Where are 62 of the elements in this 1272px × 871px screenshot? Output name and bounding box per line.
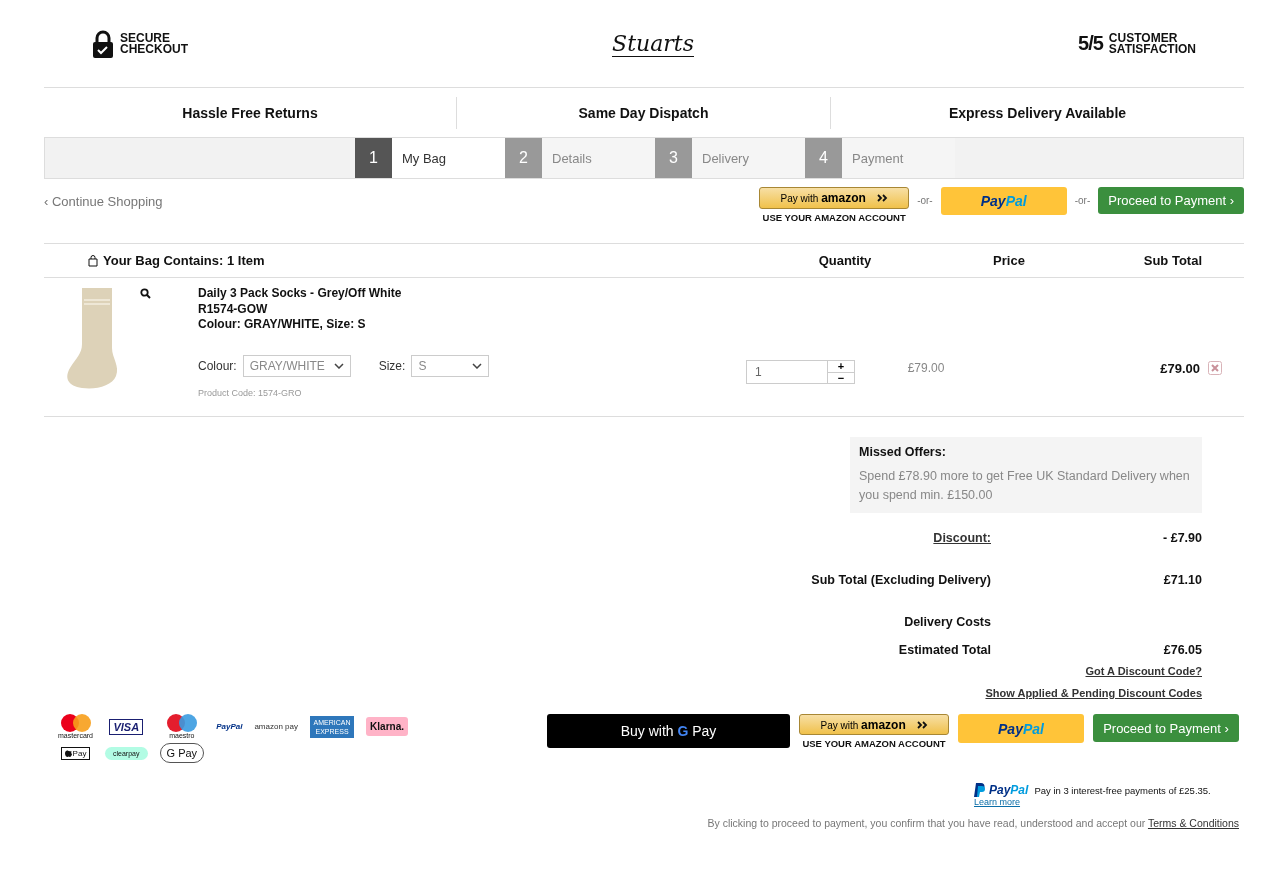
colour-label: Colour: — [198, 358, 237, 373]
column-header: Your Bag Contains: 1 Item — [103, 253, 265, 268]
remove-icon[interactable] — [1208, 361, 1222, 375]
proceed-to-payment-button[interactable]: Proceed to Payment › — [1098, 187, 1244, 214]
size-dropdown[interactable]: S — [411, 354, 490, 377]
or-separator: -or- — [1074, 195, 1091, 206]
or-separator: -or- — [917, 195, 933, 206]
paypal-wordmark: PayPal — [989, 783, 1029, 797]
pay-in-3-text: Pay in 3 interest-free payments of £25.35. — [1034, 784, 1211, 796]
padlock-icon — [92, 29, 114, 58]
product-variant: Colour: GRAY/WHITE, Size: S — [198, 317, 367, 333]
chevron-down-icon — [333, 362, 344, 369]
magnifier-icon[interactable] — [140, 288, 151, 299]
colour-dropdown[interactable]: GRAY/WHITE — [242, 354, 351, 377]
size-label: Size: — [378, 358, 406, 373]
summary-label: Delivery Costs — [904, 615, 991, 631]
rating-mark: 5/5 — [1078, 32, 1103, 55]
amazon-caption: USE YOUR AMAZON ACCOUNT — [802, 738, 946, 749]
paypal-button[interactable]: PayPal — [958, 714, 1084, 743]
unit-price: £79.00 — [906, 361, 946, 377]
double-chevron-icon — [916, 720, 928, 729]
column-header: Price — [992, 253, 1026, 268]
missed-offers-text: Spend £78.90 more to get Free UK Standard Delivery when you spend min. £150.00 — [859, 468, 1191, 504]
amazon-pay-button[interactable]: Pay with amazon — [799, 714, 949, 735]
product-name[interactable]: Daily 3 Pack Socks - Grey/Off White — [198, 286, 746, 302]
google-pay-button[interactable]: Buy with G Pay — [547, 714, 790, 748]
quantity-field[interactable]: 1 — [746, 360, 828, 384]
klarna-logo: Klarna. — [366, 717, 408, 736]
amazon-caption: USE YOUR AMAZON ACCOUNT — [762, 212, 906, 223]
discount-link[interactable]: Discount: — [933, 531, 991, 573]
terms-link[interactable]: Terms & Conditions — [1147, 817, 1239, 829]
summary-value: - £7.90 — [1162, 531, 1202, 547]
paypal-button[interactable]: PayPal — [940, 187, 1067, 215]
product-sku: R1574-GOW — [198, 301, 269, 317]
paypal-logo: PayPal — [216, 722, 243, 731]
bag-icon — [88, 254, 98, 267]
column-header: Quantity — [817, 253, 873, 268]
apple-pay-logo: Pay — [60, 746, 91, 760]
discount-codes-link[interactable]: Show Applied & Pending Discount Codes — [985, 687, 1202, 715]
product-code: Product Code: 1574-GRO — [198, 387, 303, 398]
proceed-to-payment-button[interactable]: Proceed to Payment › — [1093, 714, 1239, 742]
secure-checkout-label: SECURE CHECKOUT — [120, 32, 188, 55]
column-header: Sub Total — [1142, 253, 1203, 268]
amazon-pay-logo: amazon pay — [254, 722, 298, 731]
store-logo[interactable]: Stuarts — [612, 30, 694, 57]
paypal-icon — [974, 783, 985, 797]
learn-more-link[interactable]: Learn more — [974, 797, 1021, 807]
missed-offers-title: Missed Offers: — [859, 445, 947, 459]
summary-label: Sub Total (Excluding Delivery) — [811, 573, 991, 589]
chevron-down-icon — [472, 362, 483, 369]
double-chevron-icon — [876, 194, 888, 202]
continue-shopping-link[interactable]: ‹ Continue Shopping — [44, 194, 163, 209]
usp-text: Express Delivery Available — [830, 96, 1244, 129]
amazon-pay-button[interactable]: Pay with amazon — [759, 187, 910, 209]
line-subtotal: £79.00 — [1160, 360, 1200, 376]
terms-notice: By clicking to proceed to payment, you confirm that you have read, understood and accept our Terms & Conditions — [706, 817, 1239, 829]
usp-text: Same Day Dispatch — [456, 96, 830, 129]
customer-satisfaction-label: CUSTOMER SATISFACTION — [1108, 32, 1196, 55]
summary-value: £71.10 — [1162, 573, 1202, 589]
summary-label: Estimated Total — [898, 643, 991, 659]
visa-logo: VISA — [109, 718, 144, 735]
usp-text: Hassle Free Returns — [181, 103, 319, 123]
